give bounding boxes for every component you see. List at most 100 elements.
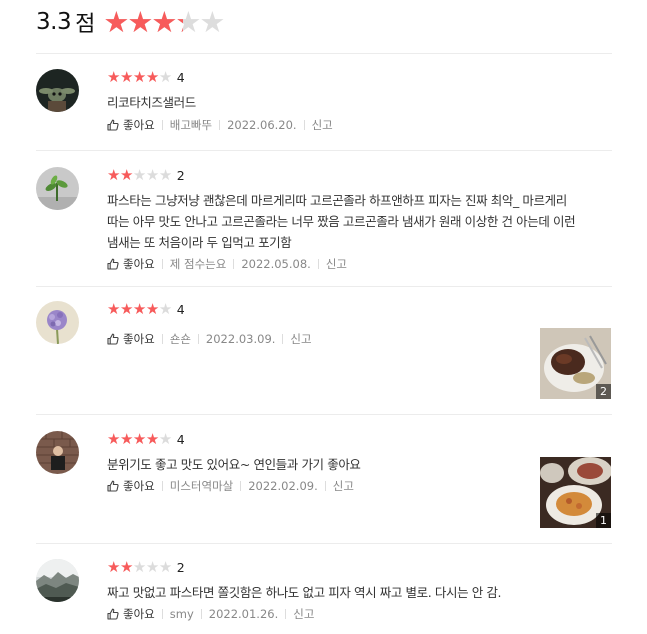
review-body: ★★★★★ 4 리코타치즈샐러드 좋아요 배고빠뚜 2022.06.20. 신고 — [107, 69, 537, 133]
review-rating-number: 2 — [176, 167, 185, 183]
review-text-line: 냄새는 또 처음이라 두 입먹고 포기함 — [107, 235, 292, 250]
hydrangea-avatar[interactable] — [36, 301, 79, 344]
star-filled-icon: ★ — [119, 68, 133, 86]
review-stars: ★★★★★ — [107, 301, 172, 317]
review-meta: 좋아요 제 점수는요 2022.05.08. 신고 — [107, 256, 537, 272]
divider — [36, 53, 612, 54]
separator — [161, 609, 163, 619]
review-date: 2022.06.20. — [227, 118, 297, 132]
star-filled-icon: ★ — [145, 68, 159, 86]
review-stars: ★★★★★ — [107, 431, 172, 447]
review-author: 배고빠뚜 — [169, 118, 213, 132]
star-empty-icon: ★ — [158, 300, 172, 318]
star-empty-icon: ★ — [158, 430, 172, 448]
review-author: 미스터역마살 — [169, 479, 234, 493]
review-text: 파스타는 그냥저냥 괜찮은데 마르게리따 고르곤졸라 하프앤하프 피자는 진짜 … — [107, 190, 576, 253]
review-meta: 좋아요 숀숀 2022.03.09. 신고 — [107, 331, 537, 347]
separator — [240, 481, 242, 491]
review-text-line: 분위기도 좋고 맛도 있어요~ 연인들과 가기 좋아요 — [107, 457, 361, 472]
review-body: ★★★★★ 4 분위기도 좋고 맛도 있어요~ 연인들과 가기 좋아요 좋아요 … — [107, 431, 537, 494]
review-rating-number: 4 — [176, 431, 185, 447]
thumbs-up-icon — [107, 480, 119, 492]
star-filled-icon: ★ — [107, 300, 120, 318]
review-stars: ★★★★★ — [107, 69, 172, 85]
report-button[interactable]: 신고 — [326, 256, 347, 272]
pasta-dishes-photo[interactable]: 1 — [540, 457, 611, 528]
like-label: 좋아요 — [123, 257, 155, 271]
separator — [161, 481, 163, 491]
like-button[interactable]: 좋아요 — [107, 331, 155, 347]
separator — [161, 334, 163, 344]
thumbs-up-icon — [107, 608, 119, 620]
review-item: ★★★★★ 2 파스타는 그냥저냥 괜찮은데 마르게리따 고르곤졸라 하프앤하프… — [36, 167, 612, 277]
divider — [36, 286, 612, 287]
like-button[interactable]: 좋아요 — [107, 606, 155, 622]
plant-avatar[interactable] — [36, 167, 79, 210]
review-item: ★★★★★ 4 리코타치즈샐러드 좋아요 배고빠뚜 2022.06.20. 신고 — [36, 69, 612, 139]
like-button[interactable]: 좋아요 — [107, 256, 155, 272]
separator — [161, 120, 163, 130]
review-rating-number: 2 — [176, 559, 185, 575]
baby-yoda-avatar[interactable] — [36, 69, 79, 112]
review-meta: 좋아요 배고빠뚜 2022.06.20. 신고 — [107, 117, 537, 133]
review-stars: ★★★★★ — [107, 167, 172, 183]
star-filled-icon: ★ — [145, 430, 159, 448]
review-date: 2022.01.26. — [208, 607, 279, 621]
separator — [200, 609, 202, 619]
thumbs-up-icon — [107, 333, 119, 345]
average-score: 3.3 — [36, 9, 72, 35]
review-rating-number: 4 — [176, 69, 185, 85]
review-date: 2022.02.09. — [248, 479, 318, 493]
star-empty-icon: ★ — [132, 166, 146, 184]
review-text-line: 따는 아무 맛도 안나고 고르곤졸라는 너무 짰음 고르곤졸라 냄새가 원래 이… — [107, 214, 576, 229]
star-empty-icon: ★ — [132, 558, 146, 576]
star-empty-icon: ★ — [158, 558, 172, 576]
separator — [285, 609, 287, 619]
review-rating-number: 4 — [176, 301, 185, 317]
report-button[interactable]: 신고 — [293, 606, 314, 622]
review-rating: ★★★★★ 2 — [107, 167, 537, 183]
steak-plate-photo[interactable]: 2 — [540, 328, 611, 399]
review-body: ★★★★★ 2 파스타는 그냥저냥 괜찮은데 마르게리따 고르곤졸라 하프앤하프… — [107, 167, 576, 272]
review-rating: ★★★★★ 4 — [107, 301, 537, 317]
separator — [317, 259, 319, 269]
review-author: smy — [169, 607, 194, 621]
separator — [233, 259, 235, 269]
review-author: 숀숀 — [169, 332, 191, 346]
like-button[interactable]: 좋아요 — [107, 117, 155, 133]
separator — [282, 334, 284, 344]
star-filled-icon: ★ — [107, 558, 120, 576]
star-filled-icon: ★ — [132, 300, 146, 318]
review-body: ★★★★★ 2 짜고 맛없고 파스타면 쫄깃함은 하나도 없고 피자 역시 짜고… — [107, 559, 537, 622]
review-item: ★★★★★ 4 분위기도 좋고 맛도 있어요~ 연인들과 가기 좋아요 좋아요 … — [36, 431, 612, 531]
like-button[interactable]: 좋아요 — [107, 478, 155, 494]
separator — [219, 120, 221, 130]
star-empty-icon: ★ — [158, 68, 172, 86]
star-filled-icon: ★ — [107, 68, 120, 86]
separator — [161, 259, 163, 269]
photo-count: 2 — [596, 384, 611, 399]
misty-forest-avatar[interactable] — [36, 559, 79, 602]
like-label: 좋아요 — [123, 332, 155, 346]
average-stars: ★★★★★ ★★★★★ — [103, 7, 225, 37]
like-label: 좋아요 — [123, 118, 155, 132]
report-button[interactable]: 신고 — [312, 117, 333, 133]
star-filled-icon: ★ — [132, 68, 146, 86]
review-stars: ★★★★★ — [107, 559, 172, 575]
report-button[interactable]: 신고 — [290, 331, 311, 347]
review-text: 짜고 맛없고 파스타면 쫄깃함은 하나도 없고 피자 역시 짜고 별로. 다시는… — [107, 582, 537, 603]
thumbs-up-icon — [107, 119, 119, 131]
review-date: 2022.03.09. — [205, 332, 276, 346]
review-text: 리코타치즈샐러드 — [107, 92, 537, 113]
report-button[interactable]: 신고 — [333, 478, 354, 494]
separator — [303, 120, 305, 130]
person-brick-wall-avatar[interactable] — [36, 431, 79, 474]
divider — [36, 414, 612, 415]
star-empty-icon: ★ — [158, 166, 172, 184]
review-body: ★★★★★ 4 좋아요 숀숀 2022.03.09. 신고 — [107, 301, 537, 347]
photo-count: 1 — [596, 513, 611, 528]
review-rating: ★★★★★ 4 — [107, 69, 537, 85]
star-filled-icon: ★ — [119, 558, 133, 576]
star-filled-icon: ★ — [132, 430, 146, 448]
review-item: ★★★★★ 2 짜고 맛없고 파스타면 쫄깃함은 하나도 없고 피자 역시 짜고… — [36, 559, 612, 629]
